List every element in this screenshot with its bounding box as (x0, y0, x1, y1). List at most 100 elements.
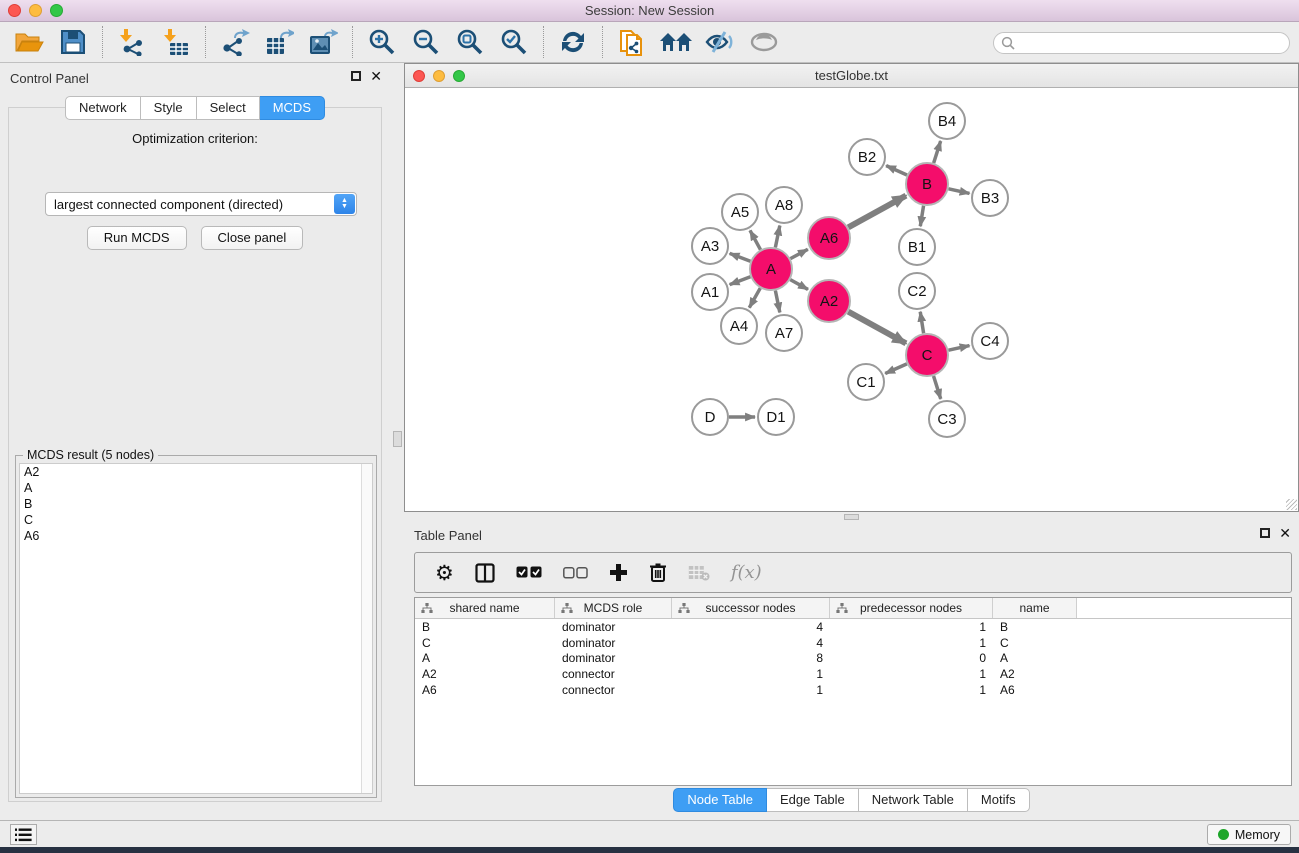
graph-edge[interactable] (730, 277, 751, 285)
graph-edge[interactable] (934, 376, 941, 399)
export-network-icon[interactable] (218, 27, 252, 57)
graph-edge[interactable] (920, 206, 923, 227)
table-cell[interactable]: 4 (672, 620, 830, 634)
table-cell[interactable]: A2 (415, 667, 555, 681)
table-cell[interactable]: dominator (555, 651, 672, 665)
select-all-icon[interactable] (516, 561, 542, 585)
net-close-button[interactable] (413, 70, 425, 82)
vertical-splitter-handle[interactable] (393, 431, 402, 447)
tab-network-table[interactable]: Network Table (859, 788, 968, 812)
search-input[interactable] (1015, 36, 1265, 50)
table-cell[interactable]: 8 (672, 651, 830, 665)
list-item[interactable]: C (20, 512, 372, 528)
table-cell[interactable]: A6 (415, 683, 555, 697)
graph-edge[interactable] (730, 253, 751, 261)
table-cell[interactable]: dominator (555, 636, 672, 650)
table-row[interactable]: Bdominator41B (415, 619, 1291, 635)
table-cell[interactable]: A (993, 651, 1077, 665)
table-cell[interactable]: A6 (993, 683, 1077, 697)
tab-network[interactable]: Network (65, 96, 141, 120)
close-table-panel-icon[interactable]: ✕ (1279, 528, 1291, 538)
add-column-icon[interactable] (609, 561, 628, 585)
node-table[interactable]: shared nameMCDS rolesuccessor nodesprede… (414, 597, 1292, 786)
tab-motifs[interactable]: Motifs (968, 788, 1030, 812)
tab-style[interactable]: Style (141, 96, 197, 120)
show-all-icon[interactable] (747, 27, 781, 57)
table-row[interactable]: A2connector11A2 (415, 666, 1291, 682)
task-history-button[interactable] (10, 824, 37, 845)
graph-edge[interactable] (885, 364, 907, 374)
table-settings-icon[interactable]: ⚙ (435, 561, 454, 585)
table-cell[interactable]: A2 (993, 667, 1077, 681)
mcds-result-list[interactable]: A2ABCA6 (19, 463, 373, 794)
table-cell[interactable]: C (415, 636, 555, 650)
run-mcds-button[interactable]: Run MCDS (87, 226, 187, 250)
duplicate-network-icon[interactable] (615, 27, 649, 57)
table-cell[interactable]: dominator (555, 620, 672, 634)
list-item[interactable]: A6 (20, 528, 372, 544)
table-cell[interactable]: connector (555, 667, 672, 681)
close-window-button[interactable] (8, 4, 21, 17)
graph-edge[interactable] (948, 346, 969, 351)
tab-node-table[interactable]: Node Table (673, 788, 767, 812)
deselect-all-icon[interactable] (563, 561, 588, 585)
export-image-icon[interactable] (306, 27, 340, 57)
zoom-fit-icon[interactable] (453, 27, 487, 57)
import-network-icon[interactable] (115, 27, 149, 57)
table-cell[interactable]: 1 (830, 667, 993, 681)
table-cell[interactable]: 1 (830, 636, 993, 650)
table-cell[interactable]: B (993, 620, 1077, 634)
column-header[interactable]: name (993, 598, 1077, 618)
graph-edge[interactable] (920, 312, 923, 334)
column-header[interactable]: MCDS role (555, 598, 672, 618)
hide-selected-icon[interactable] (703, 27, 737, 57)
result-list-scrollbar[interactable] (361, 464, 372, 793)
graph-edge[interactable] (790, 249, 807, 258)
zoom-in-icon[interactable] (365, 27, 399, 57)
table-cell[interactable]: C (993, 636, 1077, 650)
graph-edge[interactable] (775, 226, 779, 248)
search-box[interactable] (993, 32, 1290, 54)
column-header[interactable]: predecessor nodes (830, 598, 993, 618)
table-cell[interactable]: 1 (672, 667, 830, 681)
graph-edge[interactable] (848, 196, 906, 228)
minimize-window-button[interactable] (29, 4, 42, 17)
column-header[interactable]: shared name (415, 598, 555, 618)
export-table-icon[interactable] (262, 27, 296, 57)
table-cell[interactable]: connector (555, 683, 672, 697)
table-cell[interactable]: A (415, 651, 555, 665)
list-item[interactable]: B (20, 496, 372, 512)
open-session-icon[interactable] (12, 27, 46, 57)
tab-mcds[interactable]: MCDS (260, 96, 325, 120)
table-row[interactable]: Adominator80A (415, 651, 1291, 667)
import-table-icon[interactable] (159, 27, 193, 57)
refresh-icon[interactable] (556, 27, 590, 57)
graph-edge[interactable] (750, 230, 760, 249)
graph-edge[interactable] (790, 280, 808, 290)
tab-edge-table[interactable]: Edge Table (767, 788, 859, 812)
table-cell[interactable]: 1 (830, 683, 993, 697)
close-panel-icon[interactable]: ✕ (370, 71, 382, 81)
net-minimize-button[interactable] (433, 70, 445, 82)
graph-edge[interactable] (948, 189, 969, 194)
zoom-selected-icon[interactable] (497, 27, 531, 57)
table-row[interactable]: A6connector11A6 (415, 682, 1291, 698)
memory-button[interactable]: Memory (1207, 824, 1291, 845)
float-table-panel-icon[interactable] (1260, 528, 1270, 538)
save-session-icon[interactable] (56, 27, 90, 57)
float-panel-icon[interactable] (351, 71, 361, 81)
close-panel-button[interactable]: Close panel (201, 226, 304, 250)
tab-select[interactable]: Select (197, 96, 260, 120)
column-header[interactable]: successor nodes (672, 598, 830, 618)
graph-edge[interactable] (886, 166, 907, 175)
delete-column-icon[interactable] (649, 561, 667, 585)
list-item[interactable]: A (20, 480, 372, 496)
table-cell[interactable]: 1 (830, 620, 993, 634)
panel-mode-icon[interactable] (475, 561, 495, 585)
table-cell[interactable]: 1 (672, 683, 830, 697)
table-cell[interactable]: B (415, 620, 555, 634)
table-cell[interactable]: 4 (672, 636, 830, 650)
window-resize-handle[interactable] (1286, 499, 1297, 510)
graph-edge[interactable] (775, 291, 779, 313)
graph-edge[interactable] (749, 288, 760, 308)
